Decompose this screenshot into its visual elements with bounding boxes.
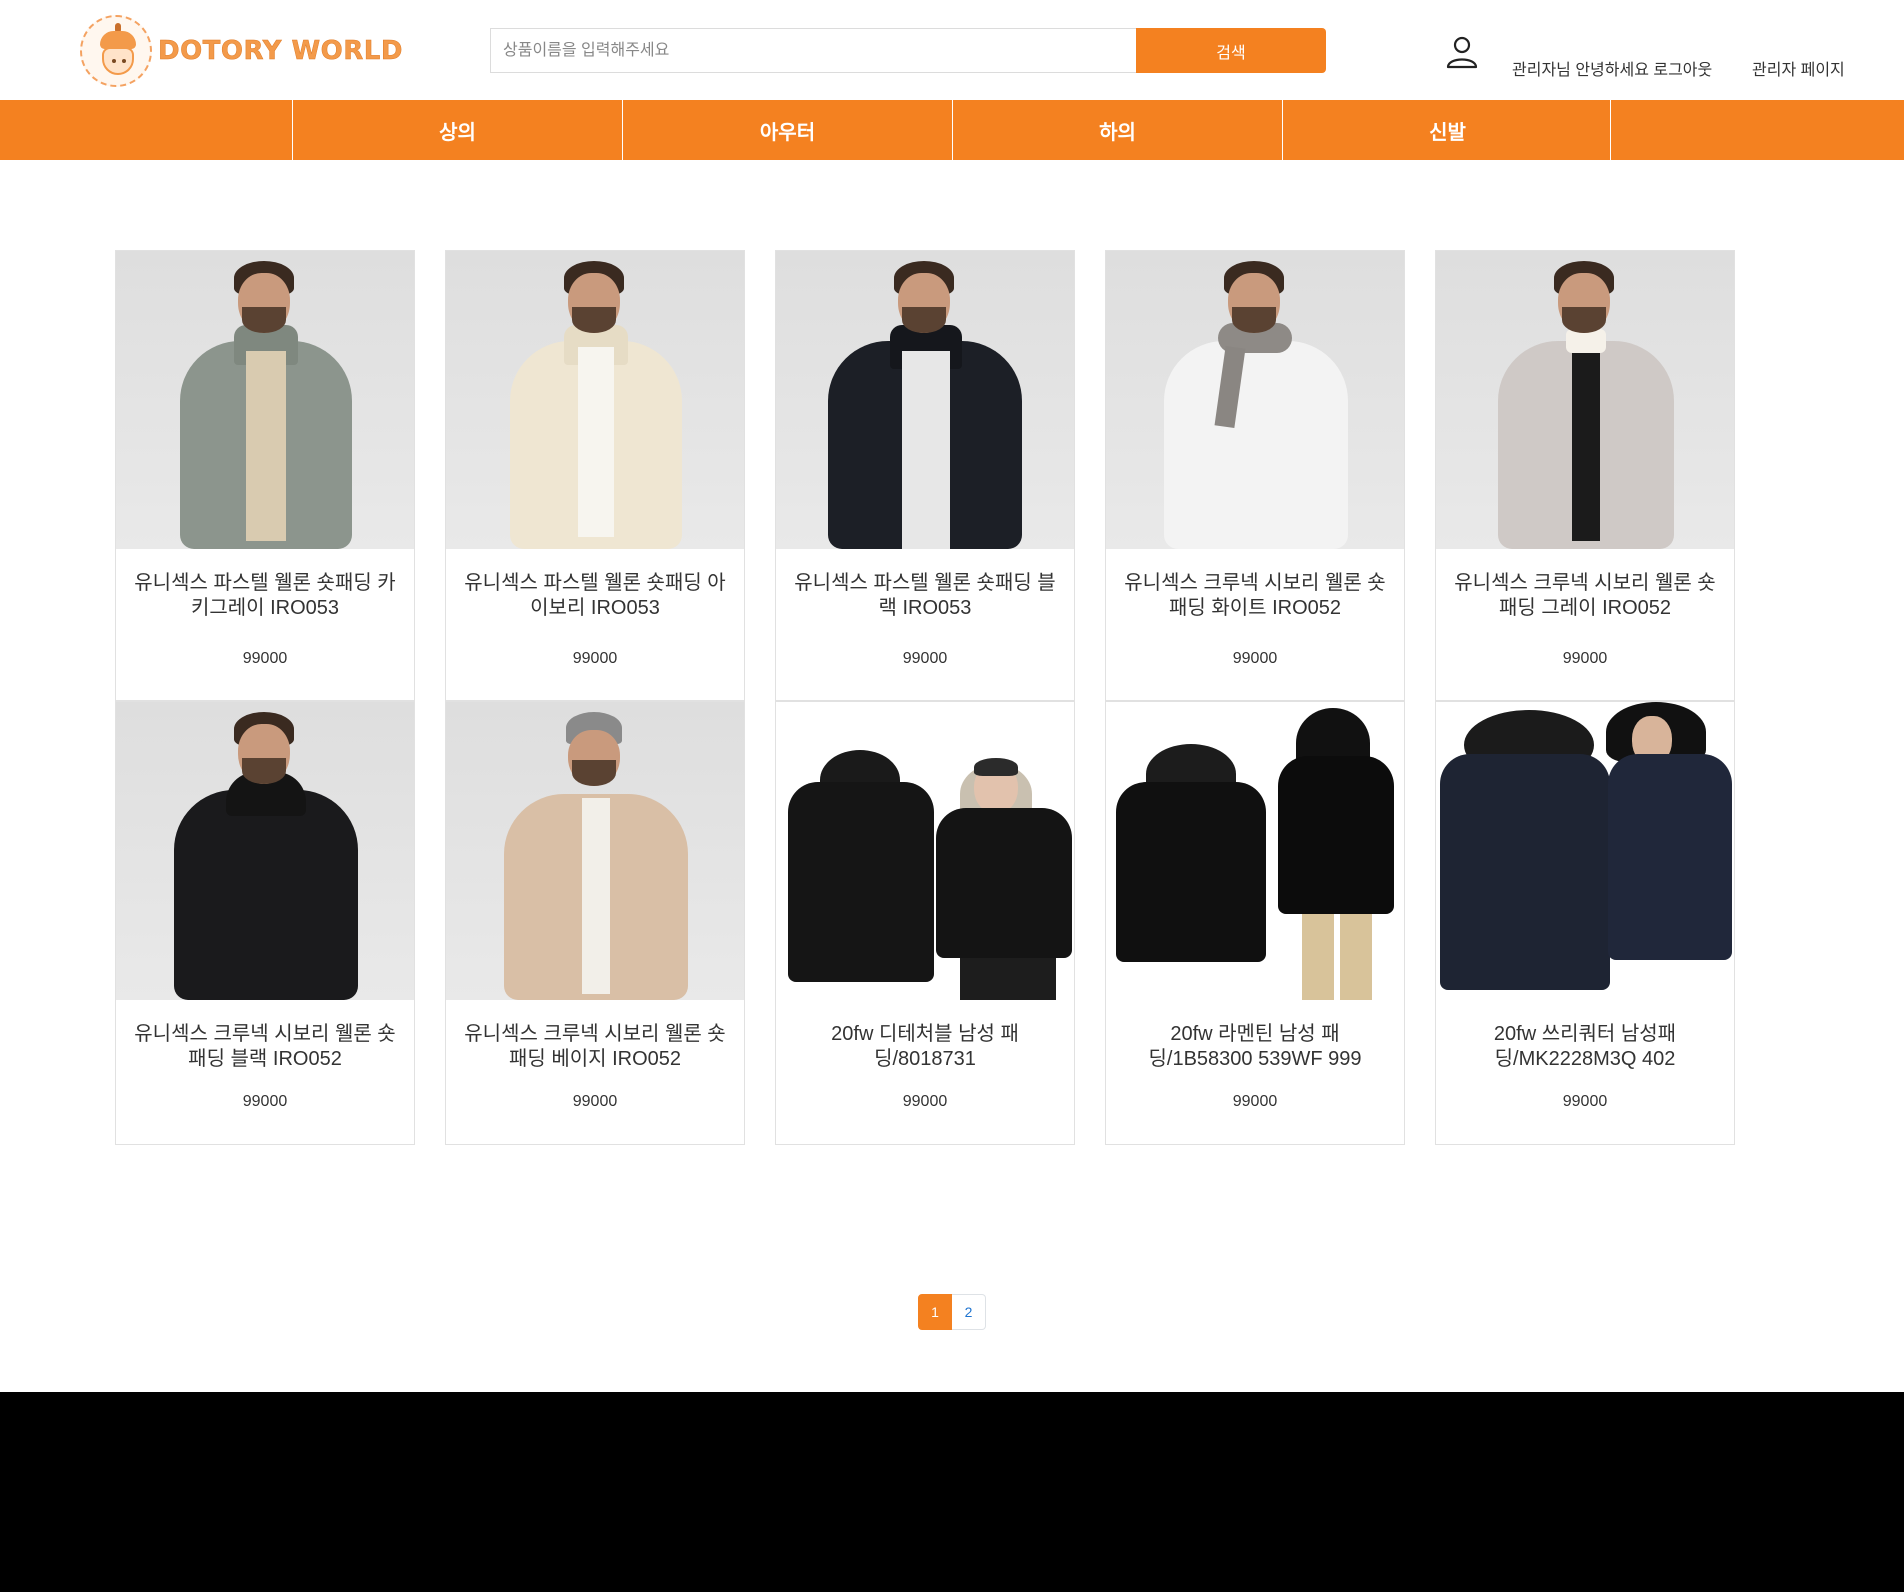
product-card[interactable]: 20fw 디테처블 남성 패딩/8018731 99000 [775,701,1075,1145]
product-price: 99000 [242,650,288,667]
product-card[interactable]: 유니섹스 파스텔 웰론 숏패딩 아이보리 IRO053 99000 [445,250,745,701]
product-price: 99000 [1562,650,1608,667]
product-price: 99000 [1232,650,1278,667]
product-price: 99000 [1232,1093,1278,1110]
page-button-1[interactable]: 1 [918,1294,952,1330]
product-image [776,251,1074,549]
product-name: 유니섹스 크루넥 시보리 웰론 숏패딩 블랙 IRO052 [134,1023,396,1070]
product-card[interactable]: 유니섹스 크루넥 시보리 웰론 숏패딩 블랙 IRO052 99000 [115,701,415,1145]
search-button[interactable]: 검색 [1136,28,1326,73]
admin-page-link[interactable]: 관리자 페이지 [1752,56,1845,80]
product-price: 99000 [572,1093,618,1110]
product-name: 유니섹스 파스텔 웰론 숏패딩 아이보리 IRO053 [464,572,726,619]
product-name: 20fw 라멘틴 남성 패딩/1B58300 539WF 999 [1148,1023,1362,1070]
site-header: DOTORY WORLD 검색 관리자님 안녕하세요 로그아웃 관리자 페이지 [0,0,1904,100]
nav-item-tops[interactable]: 상의 [292,100,622,160]
product-card[interactable]: 유니섹스 크루넥 시보리 웰론 숏패딩 그레이 IRO052 99000 [1435,250,1735,701]
product-price: 99000 [902,1093,948,1110]
product-name: 유니섹스 파스텔 웰론 숏패딩 블랙 IRO053 [794,572,1056,619]
product-card[interactable]: 유니섹스 파스텔 웰론 숏패딩 블랙 IRO053 99000 [775,250,1075,701]
category-nav: 상의 아우터 하의 신발 [0,100,1904,160]
product-image [446,702,744,1000]
product-name: 20fw 쓰리쿼터 남성패딩/MK2228M3Q 402 [1493,1023,1677,1070]
product-card[interactable]: 유니섹스 파스텔 웰론 숏패딩 카키그레이 IRO053 99000 [115,250,415,701]
site-footer [0,1392,1904,1592]
search-input[interactable] [490,28,1136,73]
product-card[interactable]: 20fw 쓰리쿼터 남성패딩/MK2228M3Q 402 99000 [1435,701,1735,1145]
product-card[interactable]: 20fw 라멘틴 남성 패딩/1B58300 539WF 999 99000 [1105,701,1405,1145]
product-name: 20fw 디테처블 남성 패딩/8018731 [831,1023,1019,1070]
nav-item-bottoms[interactable]: 하의 [952,100,1282,160]
product-image [116,251,414,549]
product-image [1436,702,1734,1000]
nav-item-shoes[interactable]: 신발 [1282,100,1612,160]
pagination: 1 2 [918,1294,986,1330]
nav-divider [1610,100,1611,160]
product-image [1106,702,1404,1000]
product-price: 99000 [902,650,948,667]
page-button-2[interactable]: 2 [952,1294,986,1330]
product-image [446,251,744,549]
product-card[interactable]: 유니섹스 크루넥 시보리 웰론 숏패딩 화이트 IRO052 99000 [1105,250,1405,701]
product-name: 유니섹스 파스텔 웰론 숏패딩 카키그레이 IRO053 [134,572,396,619]
greeting-logout-link[interactable]: 관리자님 안녕하세요 로그아웃 [1512,56,1712,80]
search-bar: 검색 [490,28,1326,73]
user-icon[interactable] [1444,34,1480,70]
product-price: 99000 [572,650,618,667]
product-name: 유니섹스 크루넥 시보리 웰론 숏패딩 베이지 IRO052 [464,1023,726,1070]
product-image [1436,251,1734,549]
product-name: 유니섹스 크루넥 시보리 웰론 숏패딩 화이트 IRO052 [1124,572,1386,619]
product-price: 99000 [1562,1093,1608,1110]
product-price: 99000 [242,1093,288,1110]
product-card[interactable]: 유니섹스 크루넥 시보리 웰론 숏패딩 베이지 IRO052 99000 [445,701,745,1145]
logo[interactable]: DOTORY WORLD [80,15,403,87]
logo-text: DOTORY WORLD [158,36,403,67]
product-image [1106,251,1404,549]
product-name: 유니섹스 크루넥 시보리 웰론 숏패딩 그레이 IRO052 [1454,572,1716,619]
nav-item-outer[interactable]: 아우터 [622,100,952,160]
product-image [116,702,414,1000]
acorn-logo-icon [80,15,152,87]
product-image [776,702,1074,1000]
